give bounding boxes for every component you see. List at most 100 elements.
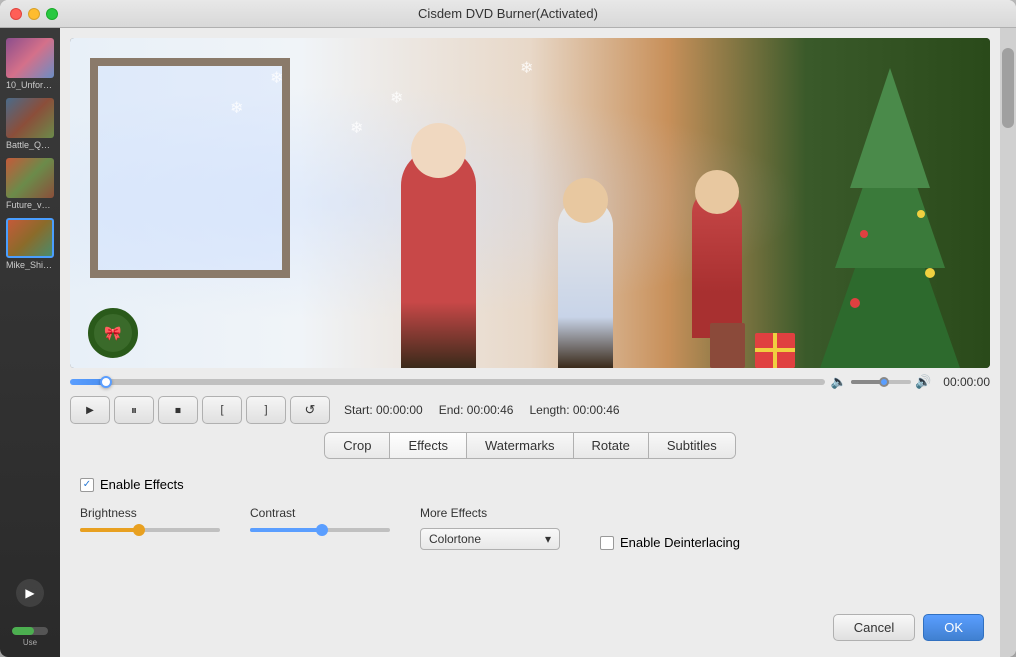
- storage-label: Use: [23, 638, 37, 647]
- deinterlacing-label: Enable Deinterlacing: [620, 535, 740, 550]
- person-3-head: [695, 170, 739, 214]
- brightness-handle[interactable]: [133, 524, 145, 536]
- thumb-label-1: 10_Unforg...: [6, 80, 54, 90]
- tabs-row: Crop Effects Watermarks Rotate Subtitles: [324, 432, 735, 459]
- brightness-label: Brightness: [80, 506, 220, 520]
- start-time-value: 00:00:00: [376, 403, 423, 417]
- tab-rotate[interactable]: Rotate: [574, 433, 649, 458]
- person-2: [558, 198, 613, 368]
- contrast-fill: [250, 528, 320, 532]
- video-scene: ❄ ❄ ❄ ❄ ❄: [70, 38, 990, 368]
- sidebar-play-button[interactable]: ▶: [16, 579, 44, 607]
- scrollbar[interactable]: [1000, 28, 1016, 657]
- wreath: 🎀: [88, 308, 138, 358]
- storage-indicator: Use: [12, 627, 48, 647]
- scene-window: [90, 58, 290, 278]
- dropdown-arrow-icon: ▾: [545, 532, 551, 546]
- person-2-head: [563, 178, 608, 223]
- snowflake-1: ❄: [270, 68, 283, 88]
- editor-area: ❄ ❄ ❄ ❄ ❄: [60, 28, 1000, 657]
- progress-container: 🔈 🔊 00:00:00: [70, 374, 990, 390]
- play-button[interactable]: ▶: [70, 396, 110, 424]
- sidebar-item-video-4[interactable]: Mike_Shin...: [6, 218, 54, 270]
- titlebar: Cisdem DVD Burner(Activated): [0, 0, 1016, 28]
- progress-bar[interactable]: [70, 379, 825, 385]
- volume-up-icon[interactable]: 🔊: [915, 374, 931, 390]
- thumbnail-1: [6, 38, 54, 78]
- thumbnail-2: [6, 98, 54, 138]
- effects-controls: Brightness Contrast: [80, 506, 980, 550]
- storage-fill: [12, 627, 34, 635]
- window-title: Cisdem DVD Burner(Activated): [418, 6, 598, 21]
- time-info: Start: 00:00:00 End: 00:00:46 Length: 00…: [344, 403, 620, 417]
- christmas-tree: [810, 68, 970, 368]
- contrast-control: Contrast: [250, 506, 390, 532]
- mark-out-button[interactable]: ]: [246, 396, 286, 424]
- brightness-fill: [80, 528, 136, 532]
- enable-effects-label: Enable Effects: [100, 477, 184, 492]
- effects-panel: ✓ Enable Effects Brightness: [70, 467, 990, 560]
- brightness-slider[interactable]: [80, 528, 220, 532]
- progress-handle[interactable]: [100, 376, 112, 388]
- person-1-head: [411, 123, 466, 178]
- end-time-value: 00:00:46: [467, 403, 514, 417]
- volume-bar[interactable]: [851, 380, 911, 384]
- thumb-label-3: Future_vs_...: [6, 200, 54, 210]
- dropdown-value: Colortone: [429, 532, 481, 546]
- storage-bar: [12, 627, 48, 635]
- thumb-label-2: Battle_Qui...: [6, 140, 54, 150]
- start-time-label: Start: 00:00:00: [344, 403, 423, 417]
- volume-icon[interactable]: 🔈: [831, 374, 847, 390]
- scrollbar-thumb[interactable]: [1002, 48, 1014, 128]
- deinterlacing-checkbox[interactable]: [600, 536, 614, 550]
- main-window: Cisdem DVD Burner(Activated) 10_Unforg..…: [0, 0, 1016, 657]
- more-effects-row: More Effects Colortone ▾ Enable Deinterl…: [420, 506, 740, 550]
- brightness-control: Brightness: [80, 506, 220, 532]
- person-3: [692, 188, 742, 338]
- window-controls: [10, 8, 58, 20]
- snowflake-3: ❄: [520, 58, 533, 78]
- snowflake-5: ❄: [230, 98, 243, 118]
- more-effects-label: More Effects: [420, 506, 560, 520]
- thumb-label-4: Mike_Shin...: [6, 260, 54, 270]
- sidebar-item-video-2[interactable]: Battle_Qui...: [6, 98, 54, 150]
- maximize-button[interactable]: [46, 8, 58, 20]
- tab-subtitles[interactable]: Subtitles: [649, 433, 735, 458]
- snowflake-2: ❄: [390, 88, 403, 108]
- sidebar-item-video-1[interactable]: 10_Unforg...: [6, 38, 54, 90]
- sidebar: 10_Unforg... Battle_Qui... Future_vs_...…: [0, 28, 60, 657]
- length-value: 00:00:46: [573, 403, 620, 417]
- volume-area: 🔈 🔊: [831, 374, 931, 390]
- sidebar-item-video-3[interactable]: Future_vs_...: [6, 158, 54, 210]
- deinterlacing-control: Enable Deinterlacing: [600, 535, 740, 550]
- mark-in-button[interactable]: [: [202, 396, 242, 424]
- snowflake-4: ❄: [350, 118, 363, 138]
- gift-2: [710, 323, 745, 368]
- contrast-handle[interactable]: [316, 524, 328, 536]
- pause-button[interactable]: ⏸: [114, 396, 154, 424]
- controls-row: ▶ ⏸ ⏹ [ ] ↺ Start: 00:00:00 End: 00:00:4…: [70, 396, 990, 424]
- video-preview: ❄ ❄ ❄ ❄ ❄: [70, 38, 990, 368]
- bottom-buttons: Cancel OK: [70, 608, 990, 647]
- ok-button[interactable]: OK: [923, 614, 984, 641]
- reset-button[interactable]: ↺: [290, 396, 330, 424]
- thumbnail-4: [6, 218, 54, 258]
- stop-button[interactable]: ⏹: [158, 396, 198, 424]
- current-time-display: 00:00:00: [943, 375, 990, 389]
- tab-effects[interactable]: Effects: [390, 433, 467, 458]
- close-button[interactable]: [10, 8, 22, 20]
- end-time-label: End: 00:00:46: [439, 403, 514, 417]
- enable-effects-row: ✓ Enable Effects: [80, 477, 980, 492]
- gift-1: [755, 333, 795, 368]
- main-content: 10_Unforg... Battle_Qui... Future_vs_...…: [0, 28, 1016, 657]
- thumbnail-3: [6, 158, 54, 198]
- volume-handle[interactable]: [879, 377, 889, 387]
- cancel-button[interactable]: Cancel: [833, 614, 915, 641]
- tab-crop[interactable]: Crop: [325, 433, 390, 458]
- enable-effects-checkbox[interactable]: ✓: [80, 478, 94, 492]
- contrast-slider[interactable]: [250, 528, 390, 532]
- more-effects-control: More Effects Colortone ▾: [420, 506, 560, 550]
- tab-watermarks[interactable]: Watermarks: [467, 433, 574, 458]
- minimize-button[interactable]: [28, 8, 40, 20]
- colortone-dropdown[interactable]: Colortone ▾: [420, 528, 560, 550]
